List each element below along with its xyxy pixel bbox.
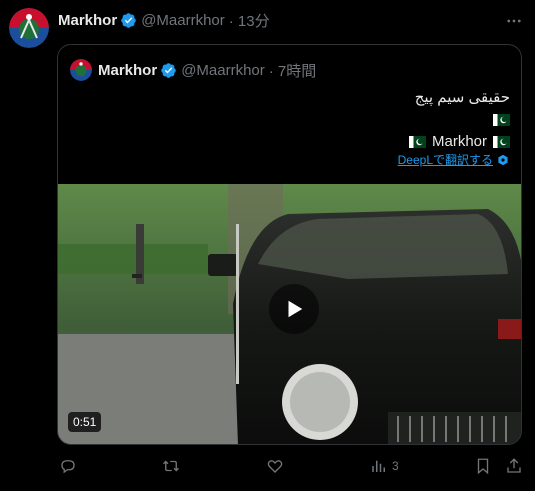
- translate-link[interactable]: DeepLで翻訳する: [398, 151, 509, 168]
- quoted-author-name: Markhor: [98, 61, 158, 79]
- repost-button[interactable]: [162, 457, 180, 475]
- verified-badge-icon: [121, 12, 136, 28]
- quoted-avatar: [70, 59, 92, 81]
- signature-text: Markhor: [431, 133, 487, 150]
- quoted-header: Markhor @Maarrkhor · 7時間: [70, 59, 316, 81]
- quoted-author-handle: @Maarrkhor: [181, 61, 265, 79]
- reply-button[interactable]: [59, 457, 77, 475]
- avatar[interactable]: [9, 8, 49, 48]
- author-handle[interactable]: @Maarrkhor: [141, 12, 225, 29]
- views-icon: [372, 460, 385, 472]
- bookmark-icon: [477, 458, 489, 475]
- translate-label[interactable]: DeepLで翻訳する: [398, 151, 493, 168]
- bookmark-button[interactable]: [474, 457, 492, 475]
- flag-pakistan-icon: [493, 136, 510, 148]
- video-player[interactable]: 0:51: [58, 184, 521, 444]
- text-line-2: [409, 109, 510, 131]
- text-line-3: Markhor: [408, 131, 510, 153]
- quoted-text: حقیقی سیم پیج Markhor: [408, 87, 510, 153]
- text-line-1: حقیقی سیم پیج: [409, 87, 510, 109]
- translate-icon: [498, 154, 508, 165]
- flag-pakistan-icon: [408, 136, 426, 148]
- quoted-tweet[interactable]: Markhor @Maarrkhor · 7時間 حقیقی سیم پیج M…: [57, 44, 522, 445]
- more-icon[interactable]: [505, 12, 523, 30]
- share-icon: [507, 458, 521, 473]
- views-count: 3: [392, 459, 399, 473]
- like-button[interactable]: [266, 457, 284, 475]
- author-name[interactable]: Markhor: [58, 12, 117, 29]
- share-button[interactable]: [505, 457, 523, 475]
- views-button[interactable]: 3: [370, 457, 399, 475]
- play-button[interactable]: [269, 284, 319, 334]
- tweet-header: Markhor @Maarrkhor · 13分: [58, 10, 525, 30]
- video-duration: 0:51: [68, 412, 102, 432]
- play-icon: [288, 300, 303, 318]
- quoted-time: · 7時間: [268, 62, 317, 80]
- repost-icon: [163, 460, 179, 472]
- flag-pakistan-icon: [493, 114, 510, 126]
- tweet-time[interactable]: · 13分: [229, 10, 270, 31]
- urdu-text: حقیقی سیم پیج: [414, 89, 510, 106]
- action-bar: 3: [57, 457, 522, 477]
- verified-badge-icon: [161, 62, 176, 78]
- like-icon: [267, 460, 283, 473]
- reply-icon: [61, 460, 75, 474]
